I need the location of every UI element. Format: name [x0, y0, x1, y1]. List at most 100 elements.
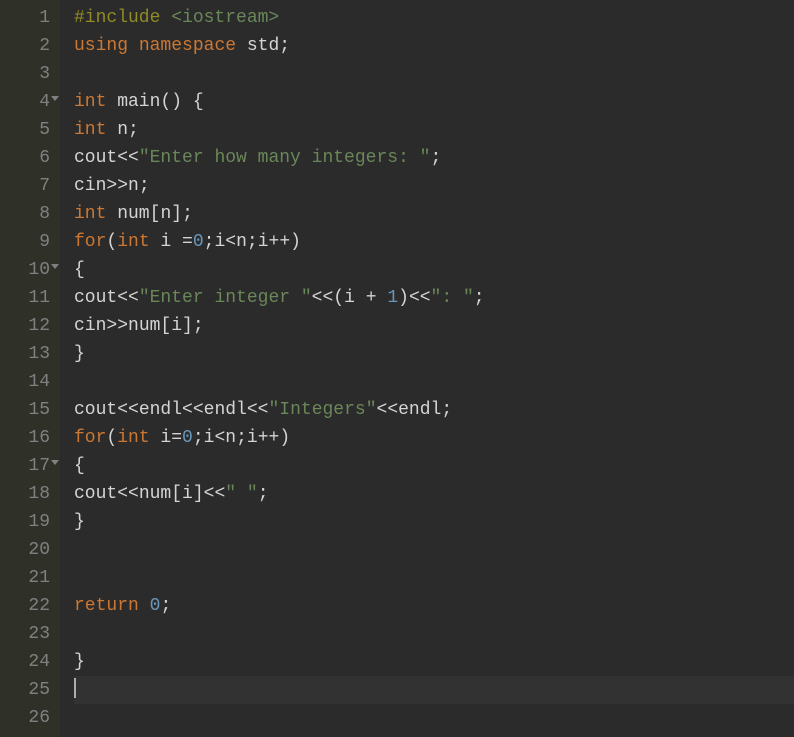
code-line[interactable]: #include <iostream> [74, 4, 794, 32]
code-line[interactable]: { [74, 452, 794, 480]
token-id: cin [74, 176, 106, 196]
code-line[interactable] [74, 704, 794, 732]
line-number: 19 [14, 508, 50, 536]
token-op: << [182, 400, 204, 420]
token-punct: ; [236, 428, 247, 448]
line-number: 22 [14, 592, 50, 620]
code-line[interactable]: cout<<"Enter integer "<<(i + 1)<<": "; [74, 284, 794, 312]
code-line[interactable]: for(int i =0;i<n;i++) [74, 228, 794, 256]
token-op: ++ [269, 232, 291, 252]
token-id [377, 288, 388, 308]
fold-icon[interactable] [51, 264, 59, 269]
token-punct: ) [290, 232, 301, 252]
code-editor[interactable]: 1234567891011121314151617181920212223242… [0, 0, 794, 737]
token-punct: [ [171, 484, 182, 504]
token-punct: ] [193, 484, 204, 504]
code-line[interactable]: cin>>n; [74, 172, 794, 200]
line-number: 10 [14, 256, 50, 284]
token-id: num [106, 204, 149, 224]
code-line[interactable]: int main() { [74, 88, 794, 116]
token-punct: { [193, 92, 204, 112]
code-line[interactable] [74, 368, 794, 396]
token-kw: for [74, 428, 106, 448]
line-number: 25 [14, 676, 50, 704]
token-punct: ; [193, 316, 204, 336]
code-line[interactable]: using namespace std; [74, 32, 794, 60]
token-id [139, 596, 150, 616]
code-line[interactable]: { [74, 256, 794, 284]
code-line[interactable]: } [74, 648, 794, 676]
token-id: main [106, 92, 160, 112]
token-macro: #include [74, 8, 171, 28]
code-line[interactable]: for(int i=0;i<n;i++) [74, 424, 794, 452]
token-num: 0 [182, 428, 193, 448]
line-number: 5 [14, 116, 50, 144]
token-id: n [106, 120, 128, 140]
fold-icon[interactable] [51, 96, 59, 101]
token-id: i [171, 316, 182, 336]
token-punct: ; [182, 204, 193, 224]
code-area[interactable]: #include <iostream>using namespace std; i… [60, 0, 794, 737]
code-line[interactable]: } [74, 340, 794, 368]
code-line[interactable]: cout<<num[i]<<" "; [74, 480, 794, 508]
token-num: 0 [150, 596, 161, 616]
token-op: << [117, 400, 139, 420]
token-punct: [ [150, 204, 161, 224]
line-number: 7 [14, 172, 50, 200]
line-number: 16 [14, 424, 50, 452]
code-line[interactable]: int num[n]; [74, 200, 794, 228]
token-op: < [214, 428, 225, 448]
code-line[interactable]: cin>>num[i]; [74, 312, 794, 340]
token-id: cout [74, 484, 117, 504]
token-punct: ) [279, 428, 290, 448]
token-punct: ) [398, 288, 409, 308]
token-str: "Enter how many integers: " [139, 148, 431, 168]
token-op: + [366, 288, 377, 308]
token-op: ++ [258, 428, 280, 448]
token-op: = [171, 428, 182, 448]
line-number: 26 [14, 704, 50, 732]
token-op: = [182, 232, 193, 252]
line-number-gutter: 1234567891011121314151617181920212223242… [0, 0, 60, 737]
token-op: << [377, 400, 399, 420]
code-line[interactable]: } [74, 508, 794, 536]
code-line[interactable] [74, 60, 794, 88]
code-line[interactable]: cout<<endl<<endl<<"Integers"<<endl; [74, 396, 794, 424]
token-id: n [236, 232, 247, 252]
token-id: endl [204, 400, 247, 420]
code-line[interactable]: return 0; [74, 592, 794, 620]
token-id: n [128, 176, 139, 196]
code-line[interactable] [74, 676, 794, 704]
line-number: 14 [14, 368, 50, 396]
line-number: 3 [14, 60, 50, 88]
line-number: 6 [14, 144, 50, 172]
code-line[interactable]: int n; [74, 116, 794, 144]
code-line[interactable] [74, 536, 794, 564]
line-number: 15 [14, 396, 50, 424]
token-punct: ( [106, 428, 117, 448]
token-op: >> [106, 316, 128, 336]
token-op: << [409, 288, 431, 308]
line-number: 18 [14, 480, 50, 508]
token-id: num [128, 316, 160, 336]
code-line[interactable] [74, 564, 794, 592]
token-str: ": " [431, 288, 474, 308]
token-id: i [150, 428, 172, 448]
code-line[interactable]: cout<<"Enter how many integers: "; [74, 144, 794, 172]
token-type: int [117, 232, 149, 252]
token-op: << [117, 288, 139, 308]
token-punct: ; [128, 120, 139, 140]
line-number: 1 [14, 4, 50, 32]
token-kw: return [74, 596, 139, 616]
token-id: i [258, 232, 269, 252]
token-op: << [312, 288, 334, 308]
code-line[interactable] [74, 620, 794, 648]
fold-icon[interactable] [51, 460, 59, 465]
token-type: int [117, 428, 149, 448]
token-type: int [74, 120, 106, 140]
token-id: cout [74, 400, 117, 420]
token-punct: () [160, 92, 182, 112]
token-op: << [204, 484, 226, 504]
token-id: i [214, 232, 225, 252]
token-punct: ] [182, 316, 193, 336]
